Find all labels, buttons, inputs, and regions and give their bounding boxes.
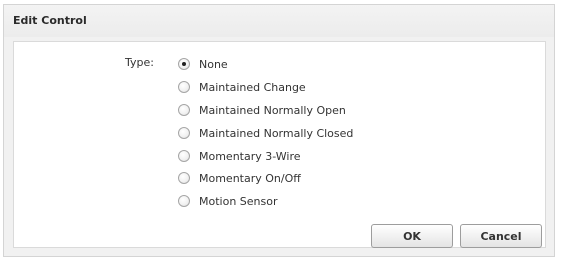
dialog-body: Type: None Maintained Change Maintained … [13, 41, 546, 248]
radio-button[interactable] [178, 104, 190, 116]
dialog-title: Edit Control [13, 14, 87, 27]
radio-button[interactable] [178, 150, 190, 162]
ok-button[interactable]: OK [371, 224, 453, 248]
radio-button[interactable] [178, 172, 190, 184]
radio-option-maintained-change[interactable]: Maintained Change [178, 79, 306, 95]
radio-option-maintained-normally-open[interactable]: Maintained Normally Open [178, 102, 346, 118]
radio-button[interactable] [178, 195, 190, 207]
type-label: Type: [125, 56, 154, 69]
radio-label: Maintained Normally Open [199, 103, 346, 117]
radio-button[interactable] [178, 81, 190, 93]
cancel-button[interactable]: Cancel [460, 224, 542, 248]
radio-label: Momentary 3-Wire [199, 149, 301, 163]
radio-button[interactable] [178, 127, 190, 139]
radio-option-motion-sensor[interactable]: Motion Sensor [178, 193, 278, 209]
radio-label: Momentary On/Off [199, 171, 301, 185]
edit-control-dialog: Edit Control Type: None Maintained Chang… [3, 4, 555, 257]
radio-label: Maintained Normally Closed [199, 126, 354, 140]
radio-label: Motion Sensor [199, 194, 278, 208]
dialog-title-bar: Edit Control [4, 5, 554, 37]
radio-option-none[interactable]: None [178, 56, 228, 72]
radio-option-maintained-normally-closed[interactable]: Maintained Normally Closed [178, 125, 353, 141]
radio-label: None [199, 57, 228, 71]
radio-button[interactable] [178, 58, 190, 70]
radio-label: Maintained Change [199, 80, 306, 94]
radio-option-momentary-on-off[interactable]: Momentary On/Off [178, 170, 301, 186]
radio-option-momentary-3-wire[interactable]: Momentary 3-Wire [178, 148, 301, 164]
